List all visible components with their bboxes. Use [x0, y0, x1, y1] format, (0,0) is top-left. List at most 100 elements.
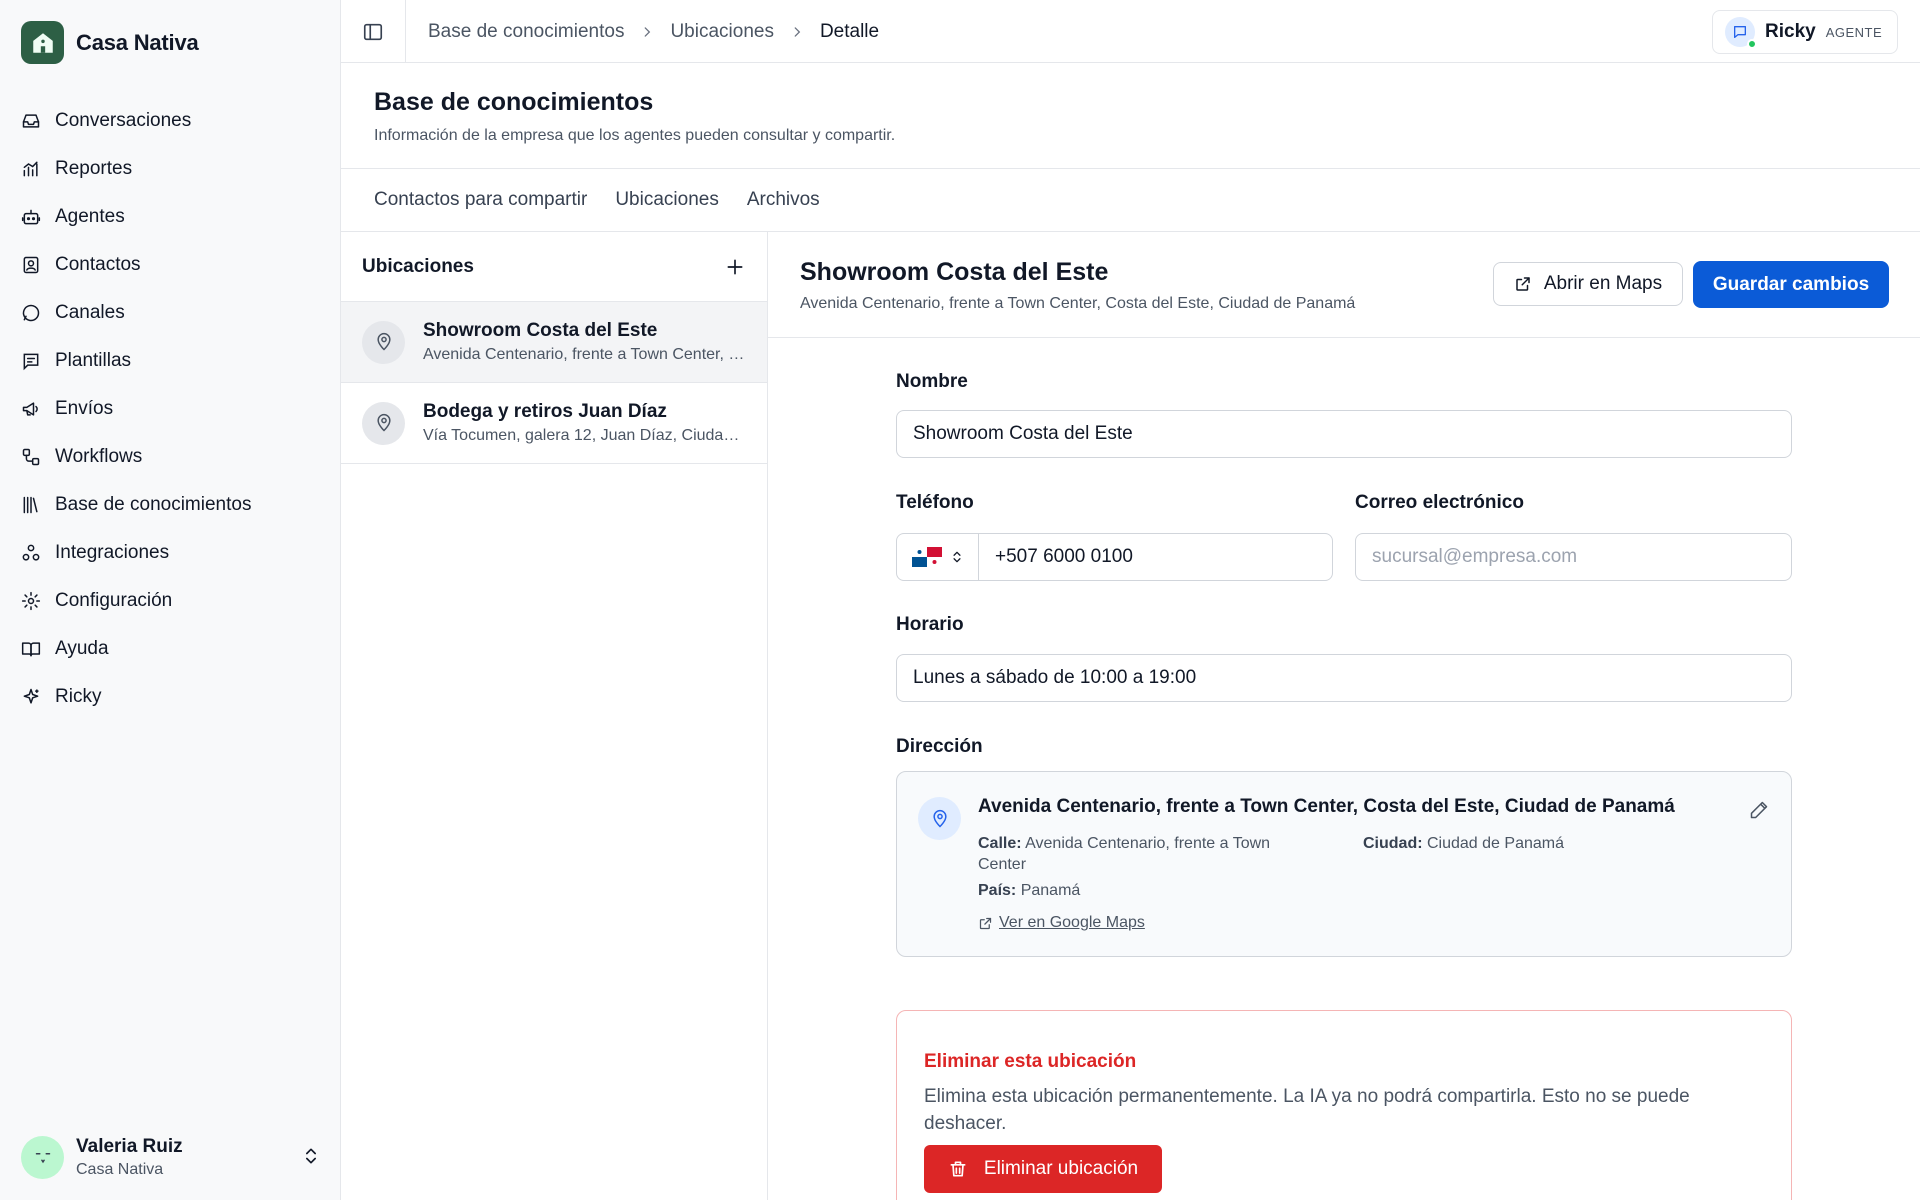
external-link-icon — [979, 917, 992, 929]
breadcrumb-item[interactable]: Ubicaciones — [670, 21, 774, 43]
sidebar-item-plantillas[interactable]: Plantillas — [21, 337, 321, 385]
tabs: Contactos para compartir Ubicaciones Arc… — [341, 169, 1920, 232]
sidebar-item-agentes[interactable]: Agentes — [21, 193, 321, 241]
danger-title: Eliminar esta ubicación — [924, 1051, 1137, 1072]
user-name: Valeria Ruiz — [76, 1135, 183, 1157]
detail-subtitle: Avenida Centenario, frente a Town Center… — [800, 295, 1356, 312]
sidebar-item-conversaciones[interactable]: Conversaciones — [21, 97, 321, 145]
sidebar-item-label: Contactos — [55, 254, 141, 275]
integrations-icon — [22, 544, 40, 561]
sidebar-item-base-de-conocimientos[interactable]: Base de conocimientos — [21, 481, 321, 529]
user-org: Casa Nativa — [76, 1160, 164, 1178]
save-button[interactable]: Guardar cambios — [1693, 261, 1889, 308]
google-maps-link[interactable]: Ver en Google Maps — [978, 914, 1145, 932]
sidebar-item-label: Configuración — [55, 590, 173, 611]
phone-field: +507 6000 0100 — [896, 533, 1333, 581]
chevron-right-icon — [645, 26, 651, 37]
gear-icon — [21, 591, 41, 611]
location-list-item[interactable]: Bodega y retiros Juan Díaz Vía Tocumen, … — [341, 383, 767, 464]
city-label: Ciudad: — [1363, 835, 1423, 852]
tab-ubicaciones[interactable]: Ubicaciones — [615, 189, 719, 211]
panama-flag-icon — [911, 547, 942, 567]
email-input[interactable]: sucursal@empresa.com — [1355, 533, 1792, 581]
page-title: Base de conocimientos — [374, 88, 654, 116]
agent-name: Ricky — [1765, 21, 1816, 42]
address-full: Avenida Centenario, frente a Town Center… — [978, 796, 1675, 817]
name-input[interactable]: Showroom Costa del Este — [896, 410, 1792, 458]
name-label: Nombre — [896, 371, 968, 392]
sidebar-item-label: Conversaciones — [55, 110, 192, 131]
message-circle-icon — [22, 304, 40, 322]
template-icon — [23, 353, 39, 371]
delete-location-button[interactable]: Eliminar ubicación — [924, 1145, 1162, 1193]
sidebar-item-envios[interactable]: Envíos — [21, 385, 321, 433]
sidebar-item-label: Base de conocimientos — [55, 494, 252, 515]
sidebar-item-contactos[interactable]: Contactos — [21, 241, 321, 289]
breadcrumb-item[interactable]: Base de conocimientos — [428, 21, 624, 43]
sidebar-item-reportes[interactable]: Reportes — [21, 145, 321, 193]
sidebar-item-label: Integraciones — [55, 542, 170, 563]
danger-description: Elimina esta ubicación permanentemente. … — [924, 1086, 1690, 1134]
avatar — [21, 1135, 64, 1179]
sidebar-item-ricky[interactable]: Ricky — [21, 673, 321, 721]
user-menu[interactable]: Valeria Ruiz Casa Nativa — [21, 1133, 321, 1181]
sparkles-icon — [23, 688, 39, 704]
tab-archivos[interactable]: Archivos — [747, 189, 820, 211]
sidebar-nav: Conversaciones Reportes Agentes Contacto… — [21, 97, 321, 721]
danger-zone: Eliminar esta ubicación Elimina esta ubi… — [896, 1010, 1792, 1200]
sidebar-item-workflows[interactable]: Workflows — [21, 433, 321, 481]
country-label: País: — [978, 882, 1017, 899]
breadcrumb-current: Detalle — [819, 20, 880, 42]
topbar: Base de conocimientos Ubicaciones Detall… — [341, 0, 1920, 63]
location-address: Vía Tocumen, galera 12, Juan Díaz, Ciuda… — [423, 427, 745, 444]
country-value: Panamá — [1020, 882, 1081, 899]
hours-input[interactable]: Lunes a sábado de 10:00 a 19:00 — [896, 654, 1792, 702]
contact-icon — [23, 256, 39, 274]
agent-chat-icon — [1725, 17, 1757, 49]
chevron-up-down-icon — [952, 551, 961, 563]
address-street: Calle: Avenida Centenario, frente a Town… — [978, 833, 1308, 875]
country-select[interactable] — [897, 534, 979, 580]
chevron-right-icon — [794, 26, 801, 37]
open-maps-label: Abrir en Maps — [1543, 273, 1663, 294]
street-value: Avenida Centenario, frente a Town Center — [978, 835, 1271, 873]
sidebar-item-ayuda[interactable]: Ayuda — [21, 625, 321, 673]
phone-input[interactable]: +507 6000 0100 — [979, 534, 1332, 580]
street-label: Calle: — [978, 835, 1022, 852]
locations-header: Ubicaciones — [341, 232, 767, 302]
sidebar-item-configuracion[interactable]: Configuración — [21, 577, 321, 625]
location-list-item[interactable]: Showroom Costa del Este Avenida Centenar… — [341, 302, 767, 383]
edit-address-button[interactable] — [1749, 800, 1769, 820]
locations-panel: Ubicaciones Showroom Costa del Este Aven… — [341, 232, 768, 1200]
chart-icon — [23, 161, 38, 177]
bot-icon — [21, 209, 41, 225]
sidebar: Casa Nativa Conversaciones Reportes Agen… — [0, 0, 341, 1200]
locations-title: Ubicaciones — [362, 255, 474, 277]
location-name: Showroom Costa del Este — [423, 320, 658, 341]
sidebar-item-canales[interactable]: Canales — [21, 289, 321, 337]
sidebar-toggle-button[interactable] — [341, 0, 406, 63]
address-label: Dirección — [896, 736, 983, 757]
brand[interactable]: Casa Nativa — [21, 21, 199, 64]
address-city: Ciudad: Ciudad de Panamá — [1363, 833, 1564, 854]
open-maps-button[interactable]: Abrir en Maps — [1493, 262, 1683, 306]
tab-contactos[interactable]: Contactos para compartir — [374, 189, 587, 211]
map-pin-icon — [362, 401, 405, 445]
email-label: Correo electrónico — [1355, 492, 1524, 513]
hours-label: Horario — [896, 614, 964, 635]
house-logo-icon — [21, 21, 64, 64]
agent-role: AGENTE — [1825, 24, 1883, 40]
sidebar-item-label: Canales — [55, 302, 125, 323]
chevron-up-down-icon[interactable] — [301, 1146, 321, 1166]
map-pin-icon — [918, 797, 961, 840]
page-subtitle: Información de la empresa que los agente… — [374, 127, 896, 144]
phone-label: Teléfono — [896, 492, 974, 513]
sidebar-item-label: Reportes — [55, 158, 133, 179]
megaphone-icon — [22, 402, 38, 416]
google-maps-link-label[interactable]: Ver en Google Maps — [999, 914, 1145, 932]
workflow-icon — [22, 448, 40, 466]
add-location-button[interactable] — [725, 257, 745, 277]
brand-name: Casa Nativa — [76, 29, 199, 55]
sidebar-item-integraciones[interactable]: Integraciones — [21, 529, 321, 577]
agent-badge[interactable]: Ricky AGENTE — [1712, 10, 1898, 54]
